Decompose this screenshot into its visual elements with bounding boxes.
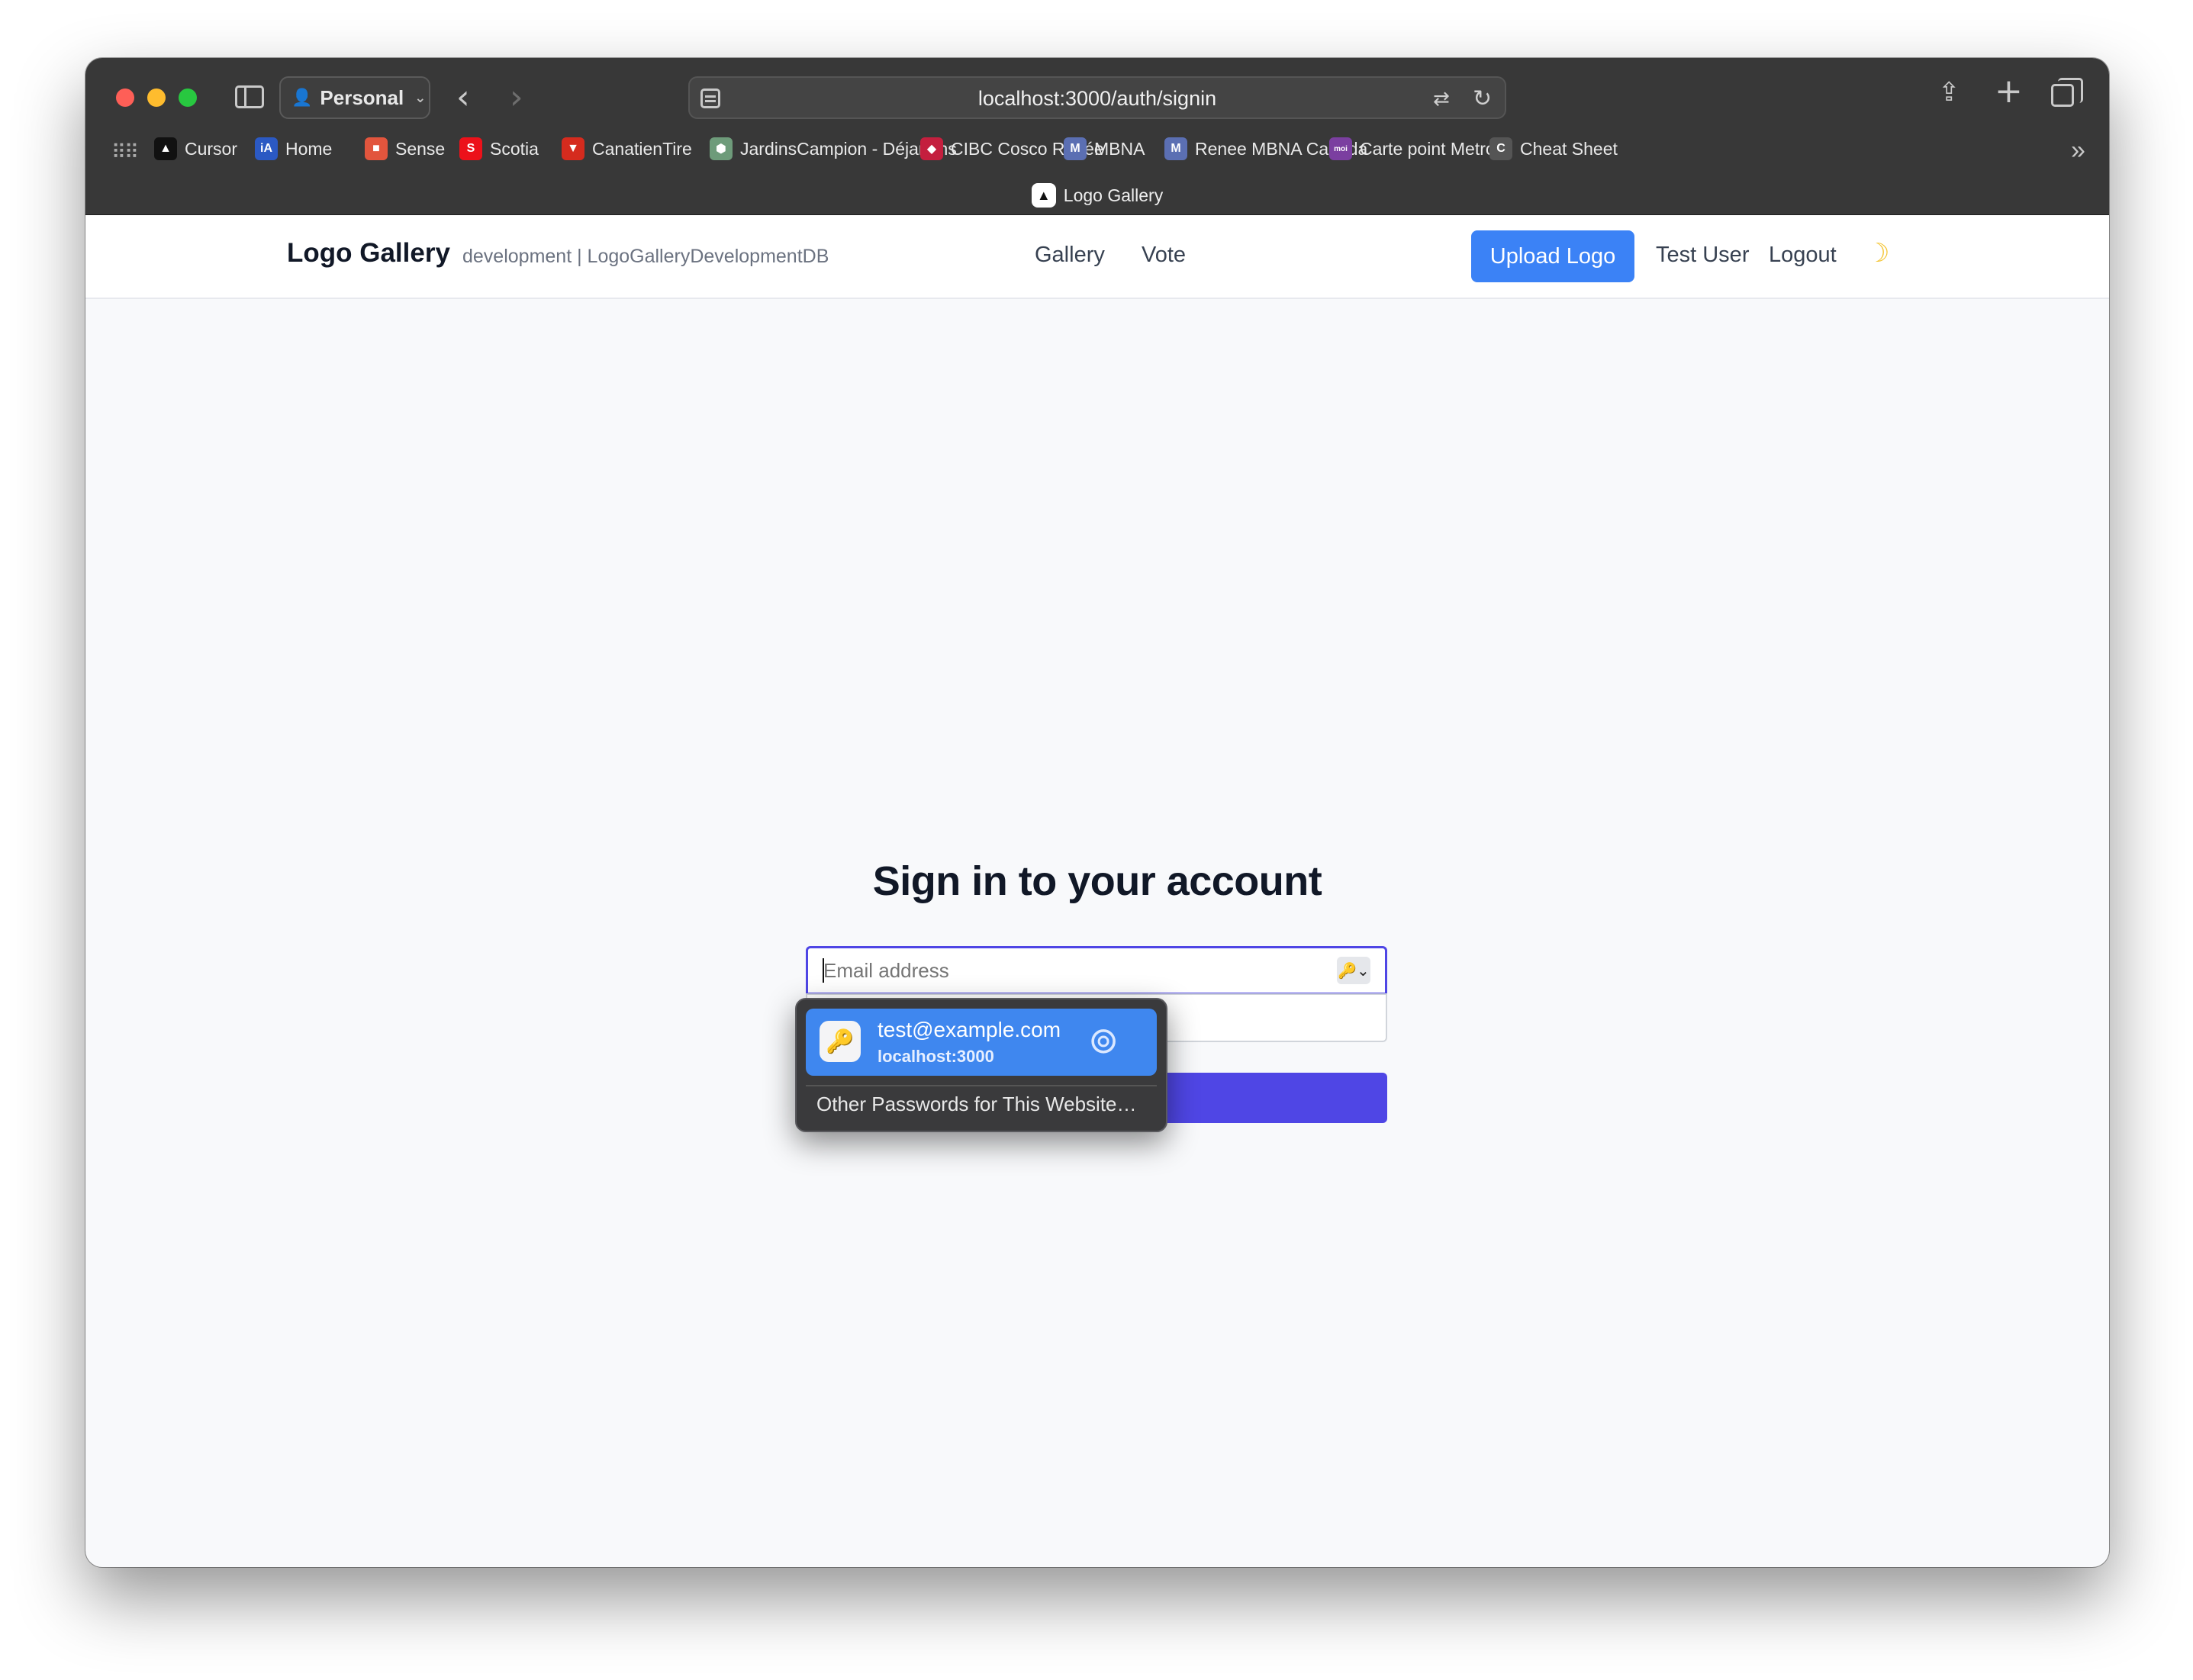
zoom-window-button[interactable] (179, 89, 197, 107)
bookmark-item[interactable]: moi Carte point Metro (1329, 137, 1496, 160)
bookmark-item[interactable]: ■ Sense (365, 137, 445, 160)
autofill-host: localhost:3000 (878, 1047, 994, 1066)
user-name[interactable]: Test User (1656, 243, 1749, 268)
brand-title[interactable]: Logo Gallery (287, 238, 450, 269)
moi-logo-icon: moi (1329, 137, 1352, 160)
cursor-logo-icon: ▲ (154, 137, 177, 160)
chevron-down-icon: ⌄ (414, 89, 427, 105)
canadian-tire-logo-icon: ▼ (562, 137, 584, 160)
nav-vote[interactable]: Vote (1142, 243, 1186, 268)
divider (806, 1085, 1157, 1086)
password-autofill-popup: 🔑 test@example.com localhost:3000 ⊚ Othe… (795, 998, 1167, 1132)
person-icon: 👤 (291, 88, 313, 107)
profile-label: Personal (320, 85, 404, 109)
tab-active[interactable]: ▲ Logo Gallery (85, 177, 2109, 214)
bookmark-label: Home (285, 138, 333, 159)
passwords-app-icon: 🔑 (820, 1021, 861, 1062)
autofill-email: test@example.com (878, 1018, 1061, 1041)
bookmark-label: MBNA (1094, 138, 1145, 159)
ia-logo-icon: iA (255, 137, 278, 160)
text-caret (823, 958, 824, 983)
tab-title: Logo Gallery (1063, 185, 1164, 205)
bookmark-label: Carte point Metro (1360, 138, 1496, 159)
mbna-logo-icon: M (1064, 137, 1087, 160)
sense-logo-icon: ■ (365, 137, 388, 160)
other-passwords-item[interactable]: Other Passwords for This Website… (816, 1093, 1137, 1116)
bookmark-label: Cheat Sheet (1520, 138, 1618, 159)
app-header: Logo Gallery development | LogoGalleryDe… (85, 215, 2109, 299)
environment-label: development | LogoGalleryDevelopmentDB (462, 246, 829, 267)
bookmark-item[interactable]: S Scotia (459, 137, 539, 160)
email-field[interactable] (806, 946, 1387, 995)
key-icon[interactable]: 🔑⌄ (1337, 957, 1370, 984)
bookmark-item[interactable]: M MBNA (1064, 137, 1145, 160)
fingerprint-icon: ⊚ (1088, 1021, 1119, 1061)
bookmarks-bar: ⠿⠿ ▲ Cursor iA Home ■ Sense S Scotia ▼ CanatienTi… (85, 134, 2109, 168)
browser-toolbar: 👤 Personal ⌄ ‹ › localhost:3000/auth/sig… (85, 58, 2109, 215)
url-text[interactable]: localhost:3000/auth/signin (690, 87, 1505, 111)
bookmark-label: Sense (395, 138, 446, 159)
bookmark-label: CanatienTire (592, 138, 692, 159)
signin-title: Sign in to your account (872, 858, 1322, 904)
apps-grid-icon[interactable]: ⠿⠿ (111, 140, 139, 164)
desjardins-logo-icon: ⬢ (710, 137, 733, 160)
tab-overview-icon[interactable] (2051, 78, 2083, 107)
bookmark-item[interactable]: C Cheat Sheet (1489, 137, 1618, 160)
address-bar[interactable]: localhost:3000/auth/signin ⇄ ↻ (688, 76, 1506, 119)
cheat-sheet-logo-icon: C (1489, 137, 1512, 160)
share-icon[interactable]: ⇪ (1938, 79, 1960, 105)
upload-logo-button[interactable]: Upload Logo (1471, 230, 1634, 282)
close-window-button[interactable] (116, 89, 134, 107)
back-arrow-icon[interactable]: ‹ (456, 81, 470, 114)
bookmark-item[interactable]: ▲ Cursor (154, 137, 237, 160)
bookmark-label: Cursor (185, 138, 238, 159)
sidebar-toggle-icon[interactable] (235, 85, 264, 108)
scotia-logo-icon: S (459, 137, 482, 160)
translate-icon[interactable]: ⇄ (1433, 87, 1450, 111)
new-tab-icon[interactable]: + (1995, 75, 2023, 108)
minimize-window-button[interactable] (147, 89, 166, 107)
cibc-logo-icon: ◆ (920, 137, 943, 160)
more-bookmarks-icon[interactable]: » (2071, 136, 2085, 166)
bookmark-item[interactable]: iA Home (255, 137, 332, 160)
logo-gallery-favicon-icon: ▲ (1031, 183, 1056, 208)
forward-arrow-icon[interactable]: › (510, 81, 523, 114)
bookmark-item[interactable]: ▼ CanatienTire (562, 137, 692, 160)
mbna-logo-icon: M (1164, 137, 1187, 160)
reload-icon[interactable]: ↻ (1473, 85, 1492, 112)
moon-icon[interactable]: ☽ (1866, 238, 1889, 269)
window-controls (116, 89, 197, 107)
logout-link[interactable]: Logout (1769, 243, 1837, 268)
bookmark-label: Scotia (490, 138, 539, 159)
nav-gallery[interactable]: Gallery (1035, 243, 1105, 268)
browser-window: 👤 Personal ⌄ ‹ › localhost:3000/auth/sig… (85, 58, 2109, 1567)
profile-button[interactable]: 👤 Personal ⌄ (279, 76, 430, 119)
autofill-suggestion[interactable]: 🔑 test@example.com localhost:3000 ⊚ (806, 1009, 1157, 1076)
